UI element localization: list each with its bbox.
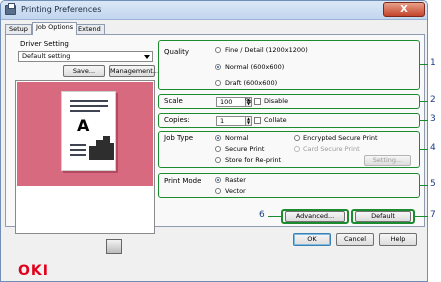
text-line bbox=[70, 105, 108, 107]
quality-normal-label[interactable]: Normal (600x600) bbox=[225, 63, 284, 71]
job-secure-label[interactable]: Secure Print bbox=[225, 145, 264, 153]
collate-label[interactable]: Collate bbox=[264, 116, 287, 124]
oki-logo: OKI bbox=[18, 263, 49, 279]
preview-bar bbox=[109, 143, 114, 160]
window-title: Printing Preferences bbox=[21, 5, 102, 14]
scale-unit: % bbox=[245, 97, 252, 105]
default-button[interactable]: Default bbox=[355, 211, 411, 222]
callout-1: 1 bbox=[430, 58, 436, 68]
text-line bbox=[70, 144, 86, 146]
driver-setting-label: Driver Setting bbox=[20, 40, 69, 48]
callout-4: 4 bbox=[430, 143, 436, 153]
quality-label: Quality bbox=[164, 48, 190, 56]
job-normal-label[interactable]: Normal bbox=[225, 134, 249, 142]
callout-5: 5 bbox=[430, 179, 436, 189]
chevron-down-icon[interactable] bbox=[144, 55, 150, 59]
preview-pane: A bbox=[15, 80, 155, 234]
callout-leader bbox=[420, 120, 428, 121]
tab-job-options[interactable]: Job Options bbox=[32, 22, 78, 35]
callout-leader bbox=[415, 216, 428, 217]
tab-extend[interactable]: Extend bbox=[74, 24, 105, 34]
job-type-label: Job Type bbox=[164, 134, 194, 142]
document-preview-icon: A bbox=[61, 91, 116, 171]
mode-raster-label[interactable]: Raster bbox=[225, 176, 246, 184]
callout-3: 3 bbox=[430, 114, 436, 124]
job-card-secure-radio[interactable] bbox=[294, 146, 300, 152]
callout-leader bbox=[420, 101, 428, 102]
quality-fine-radio[interactable] bbox=[215, 47, 221, 53]
callout-leader bbox=[268, 216, 281, 217]
job-encrypted-radio[interactable] bbox=[294, 135, 300, 141]
job-secure-radio[interactable] bbox=[215, 146, 221, 152]
job-store-radio[interactable] bbox=[215, 157, 221, 163]
setting-button[interactable]: Setting... bbox=[364, 155, 411, 166]
job-normal-radio[interactable] bbox=[215, 135, 221, 141]
scale-group bbox=[158, 94, 420, 109]
tab-setup[interactable]: Setup bbox=[5, 24, 32, 34]
preview-bar bbox=[89, 146, 96, 160]
save-button[interactable]: Save... bbox=[63, 65, 105, 77]
quality-normal-radio[interactable] bbox=[215, 64, 221, 70]
driver-setting-value: Default setting bbox=[22, 52, 71, 60]
scale-label: Scale bbox=[164, 97, 183, 105]
copies-label: Copies: bbox=[164, 116, 190, 124]
mode-raster-radio[interactable] bbox=[215, 177, 221, 183]
collate-checkbox[interactable] bbox=[254, 117, 261, 124]
job-store-label[interactable]: Store for Re-print bbox=[225, 156, 281, 164]
job-card-secure-label[interactable]: Card Secure Print bbox=[303, 145, 360, 153]
quality-draft-radio[interactable] bbox=[215, 80, 221, 86]
callout-6: 6 bbox=[259, 210, 265, 220]
copies-group bbox=[158, 113, 420, 128]
text-line bbox=[70, 154, 86, 156]
callout-7: 7 bbox=[430, 210, 436, 220]
scale-value: 100 bbox=[220, 98, 233, 106]
advanced-button[interactable]: Advanced... bbox=[285, 211, 345, 222]
preview-letter: A bbox=[77, 116, 90, 135]
printer-icon bbox=[5, 3, 16, 15]
callout-leader bbox=[420, 185, 428, 186]
copies-value: 1 bbox=[220, 117, 225, 125]
spin-down-icon[interactable]: ▼ bbox=[245, 121, 251, 125]
text-line bbox=[70, 110, 100, 112]
copies-input[interactable]: 1 ▲ ▼ bbox=[216, 116, 252, 126]
quality-fine-label[interactable]: Fine / Detail (1200x1200) bbox=[225, 46, 308, 54]
preview-footer bbox=[17, 186, 153, 232]
printer-status-icon[interactable] bbox=[106, 239, 122, 254]
close-button[interactable]: X bbox=[383, 2, 425, 17]
help-button[interactable]: Help bbox=[379, 233, 417, 246]
callout-leader bbox=[420, 64, 428, 65]
mode-vector-label[interactable]: Vector bbox=[225, 187, 246, 195]
preview-bar bbox=[96, 140, 103, 160]
job-encrypted-label[interactable]: Encrypted Secure Print bbox=[303, 134, 378, 142]
preview-background: A bbox=[17, 82, 153, 186]
quality-draft-label[interactable]: Draft (600x600) bbox=[225, 79, 277, 87]
text-line bbox=[70, 100, 108, 102]
cancel-button[interactable]: Cancel bbox=[336, 233, 374, 246]
disable-checkbox[interactable] bbox=[254, 98, 261, 105]
disable-label[interactable]: Disable bbox=[264, 97, 288, 105]
text-line bbox=[70, 149, 86, 151]
callout-leader bbox=[420, 149, 428, 150]
ok-button[interactable]: OK bbox=[293, 233, 331, 246]
driver-setting-select[interactable]: Default setting bbox=[18, 51, 153, 62]
management-button[interactable]: Management... bbox=[109, 65, 159, 77]
print-mode-label: Print Mode bbox=[164, 177, 202, 185]
title-bar[interactable]: Printing Preferences X bbox=[1, 1, 427, 20]
callout-2: 2 bbox=[430, 95, 436, 105]
mode-vector-radio[interactable] bbox=[215, 188, 221, 194]
